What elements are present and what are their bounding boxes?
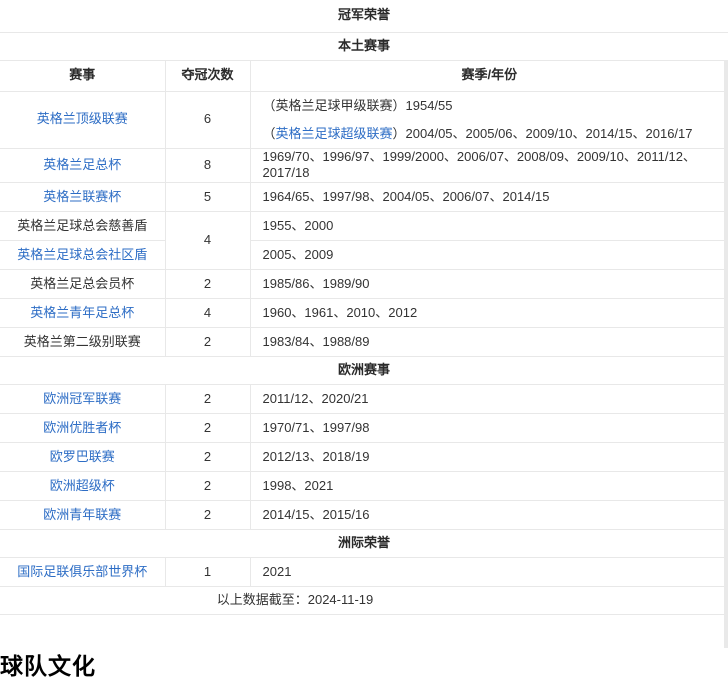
- table-row: 欧洲冠军联赛 2 2011/12、2020/21: [0, 385, 728, 414]
- seasons-cell: 1960、1961、2010、2012: [250, 299, 728, 328]
- count-value: 2: [165, 414, 250, 443]
- competition-link-fa-youth-cup[interactable]: 英格兰青年足总杯: [30, 305, 134, 320]
- competition-link-top-league[interactable]: 英格兰顶级联赛: [37, 111, 128, 126]
- seasons-cell: 1970/71、1997/98: [250, 414, 728, 443]
- seasons-cell: （英格兰足球甲级联赛）1954/55 （英格兰足球超级联赛）2004/05、20…: [250, 91, 728, 148]
- competition-link-europa-league[interactable]: 欧罗巴联赛: [50, 449, 115, 464]
- count-value: 5: [165, 183, 250, 212]
- count-value: 2: [165, 270, 250, 299]
- seasons-line-2: （英格兰足球超级联赛）2004/05、2005/06、2009/10、2014/…: [263, 120, 728, 148]
- count-value: 4: [165, 212, 250, 270]
- seasons-cell: 1969/70、1996/97、1999/2000、2006/07、2008/0…: [250, 148, 728, 183]
- competition-link-community-shield[interactable]: 英格兰足球总会社区盾: [17, 247, 147, 262]
- count-value: 2: [165, 385, 250, 414]
- next-section-heading: 球队文化: [0, 647, 728, 681]
- table-row: 英格兰第二级别联赛 2 1983/84、1988/89: [0, 328, 728, 357]
- competition-name-charity-shield: 英格兰足球总会慈善盾: [0, 212, 165, 241]
- competition-link-cup-winners-cup[interactable]: 欧洲优胜者杯: [43, 420, 121, 435]
- seasons-cell: 2011/12、2020/21: [250, 385, 728, 414]
- table-row: 英格兰足总杯 8 1969/70、1996/97、1999/2000、2006/…: [0, 148, 728, 183]
- table-title: 冠军荣誉: [0, 0, 728, 32]
- page: { "page": { "footer_note": "以上数据截至：2024-…: [0, 0, 728, 648]
- count-value: 4: [165, 299, 250, 328]
- seasons-line-1: （英格兰足球甲级联赛）1954/55: [263, 92, 728, 120]
- competition-link-champions-league[interactable]: 欧洲冠军联赛: [43, 391, 121, 406]
- seasons-cell: 1985/86、1989/90: [250, 270, 728, 299]
- table-row: 英格兰足总会员杯 2 1985/86、1989/90: [0, 270, 728, 299]
- seasons-cell: 1998、2021: [250, 472, 728, 501]
- paren-close: ）: [393, 126, 406, 141]
- section-heading-european: 欧洲赛事: [0, 357, 728, 385]
- table-row: 英格兰足球总会社区盾 2005、2009: [0, 241, 728, 270]
- column-header-seasons: 赛季/年份: [250, 60, 728, 91]
- honors-table: 冠军荣誉 本土赛事 赛事 夺冠次数 赛季/年份 英格兰顶级联赛 6 （英格兰足球…: [0, 0, 728, 615]
- scrollbar[interactable]: [724, 60, 728, 648]
- column-header-competition: 赛事: [0, 60, 165, 91]
- competition-link-premier-league[interactable]: 英格兰足球超级联赛: [276, 126, 393, 141]
- count-value: 2: [165, 472, 250, 501]
- competition-name-second-division: 英格兰第二级别联赛: [0, 328, 165, 357]
- count-value: 1: [165, 558, 250, 587]
- count-value: 8: [165, 148, 250, 183]
- count-value: 6: [165, 91, 250, 148]
- column-header-count: 夺冠次数: [165, 60, 250, 91]
- table-row: 英格兰联赛杯 5 1964/65、1997/98、2004/05、2006/07…: [0, 183, 728, 212]
- table-row: 欧洲青年联赛 2 2014/15、2015/16: [0, 501, 728, 530]
- competition-link-uefa-youth-league[interactable]: 欧洲青年联赛: [43, 507, 121, 522]
- table-row: 欧洲超级杯 2 1998、2021: [0, 472, 728, 501]
- competition-link-fa-cup[interactable]: 英格兰足总杯: [43, 157, 121, 172]
- section-heading-domestic: 本土赛事: [0, 32, 728, 60]
- seasons-years: 2004/05、2005/06、2009/10、2014/15、2016/17: [406, 126, 693, 141]
- count-value: 2: [165, 501, 250, 530]
- table-row: 欧洲优胜者杯 2 1970/71、1997/98: [0, 414, 728, 443]
- competition-name-full-members-cup: 英格兰足总会员杯: [0, 270, 165, 299]
- seasons-cell: 1964/65、1997/98、2004/05、2006/07、2014/15: [250, 183, 728, 212]
- table-row: 英格兰足球总会慈善盾 4 1955、2000: [0, 212, 728, 241]
- table-row: 英格兰顶级联赛 6 （英格兰足球甲级联赛）1954/55 （英格兰足球超级联赛）…: [0, 91, 728, 148]
- paren-open: （: [263, 126, 276, 141]
- table-row: 英格兰青年足总杯 4 1960、1961、2010、2012: [0, 299, 728, 328]
- table-row: 欧罗巴联赛 2 2012/13、2018/19: [0, 443, 728, 472]
- competition-link-league-cup[interactable]: 英格兰联赛杯: [43, 189, 121, 204]
- count-value: 2: [165, 328, 250, 357]
- competition-link-uefa-super-cup[interactable]: 欧洲超级杯: [50, 478, 115, 493]
- seasons-cell: 2012/13、2018/19: [250, 443, 728, 472]
- count-value: 2: [165, 443, 250, 472]
- competition-link-club-world-cup[interactable]: 国际足联俱乐部世界杯: [17, 564, 147, 579]
- seasons-cell: 2014/15、2015/16: [250, 501, 728, 530]
- seasons-cell: 2005、2009: [250, 241, 728, 270]
- data-cutoff-note: 以上数据截至：2024-11-19: [0, 587, 728, 615]
- table-row: 国际足联俱乐部世界杯 1 2021: [0, 558, 728, 587]
- section-heading-intercontinental: 洲际荣誉: [0, 530, 728, 558]
- seasons-cell: 2021: [250, 558, 728, 587]
- seasons-cell: 1983/84、1988/89: [250, 328, 728, 357]
- seasons-cell: 1955、2000: [250, 212, 728, 241]
